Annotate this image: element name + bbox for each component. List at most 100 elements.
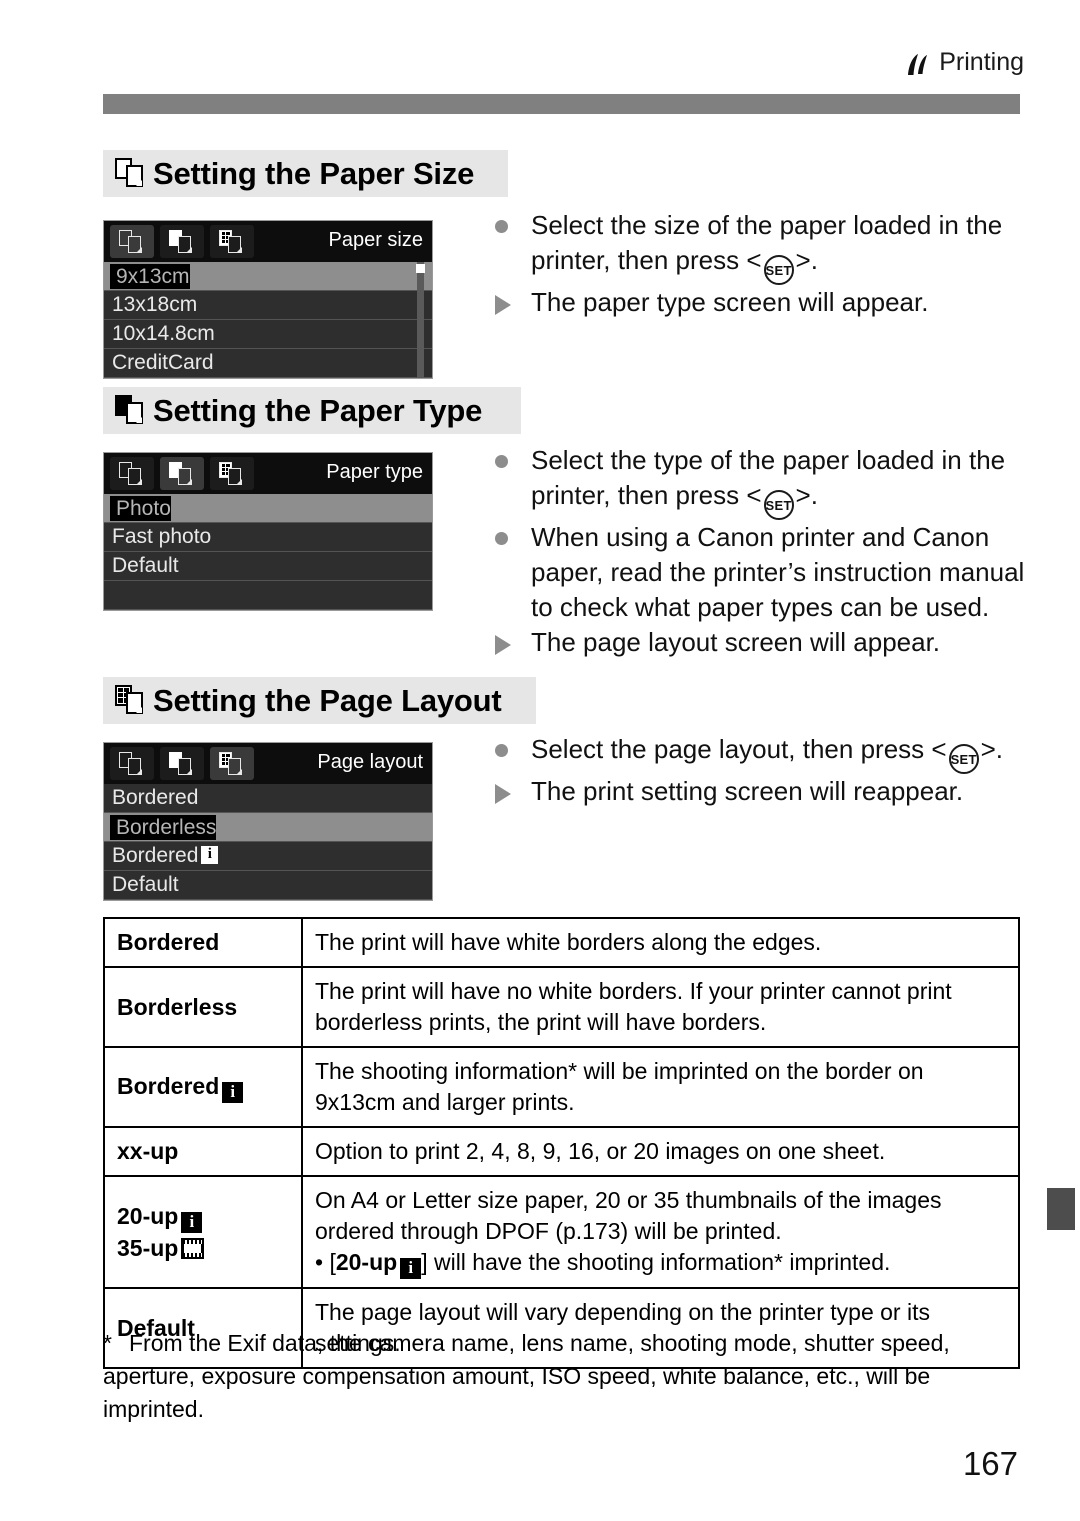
table-desc-bold: 20-up <box>335 1249 398 1275</box>
set-button-icon: SET <box>948 744 979 774</box>
page-number: 167 <box>962 1445 1018 1482</box>
section-heading-page-layout: Setting the Page Layout <box>103 677 536 724</box>
table-cell-term: Bordered <box>103 917 303 968</box>
table-desc-part: ] will have the shooting information* im… <box>421 1249 891 1275</box>
lcd-title: Page layout <box>317 751 423 773</box>
lcd-option[interactable]: 13x18cm <box>104 291 432 320</box>
instruction-text: Select the page layout, then press < SET >… <box>531 732 1040 774</box>
footnote-text: From the Exif data, the camera name, len… <box>103 1330 950 1422</box>
lcd-scrollbar[interactable] <box>416 262 425 378</box>
printing-icon <box>905 52 931 78</box>
lcd-option-label: Photo <box>110 495 171 521</box>
page-layout-options-table: Bordered The print will have white borde… <box>103 917 1020 1369</box>
instruction-text: The print setting screen will reappear. <box>531 776 964 806</box>
page-layout-icon <box>115 684 149 717</box>
lcd-option[interactable]: Default <box>104 552 432 581</box>
arrow-right-icon <box>495 285 531 315</box>
table-cell-desc: Option to print 2, 4, 8, 9, 16, or 20 im… <box>301 1126 1020 1177</box>
table-cell-term: 20-up i 35-up <box>103 1175 303 1289</box>
instruction-text: The paper type screen will appear. <box>531 287 929 317</box>
info-icon: i <box>201 846 219 864</box>
page-layout-tab-icon[interactable] <box>210 457 254 490</box>
lcd-option[interactable]: Default <box>104 871 432 900</box>
lcd-title: Paper size <box>328 229 424 251</box>
instructions-page-layout: Select the page layout, then press < SET >… <box>495 732 1040 809</box>
table-term-text: 35-up <box>117 1234 179 1261</box>
table-cell-desc: The shooting information* will be imprin… <box>301 1046 1020 1128</box>
table-row: Bordered i The shooting information* will… <box>103 1046 1020 1128</box>
instruction-item: Select the page layout, then press < SET >… <box>495 732 1040 774</box>
instruction-text-part: >. <box>795 480 818 510</box>
page-layout-tab-icon[interactable] <box>210 225 254 258</box>
table-desc-part: • [ <box>315 1249 336 1275</box>
lcd-screen-paper-type: Paper type Photo Fast photo Default <box>103 452 433 611</box>
chapter-indicator: Printing <box>905 48 1024 77</box>
section-title-page-layout: Setting the Page Layout <box>153 682 502 718</box>
table-term-text: Bordered <box>117 1073 220 1099</box>
table-row: Bordered The print will have white borde… <box>103 917 1020 968</box>
table-cell-desc: The print will have no white borders. If… <box>301 966 1020 1048</box>
lcd-option[interactable]: CreditCard <box>104 349 432 378</box>
paper-size-tab-icon[interactable] <box>110 225 154 258</box>
table-desc-line: • [20-up i] will have the shooting inform… <box>315 1247 1006 1279</box>
paper-type-tab-icon[interactable] <box>160 457 204 490</box>
film-strip-icon <box>181 1237 205 1259</box>
table-cell-term: xx-up <box>103 1126 303 1177</box>
section-heading-paper-type: Setting the Paper Type <box>103 387 521 434</box>
instruction-item: Select the type of the paper loaded in t… <box>495 443 1040 520</box>
page-header: Printing <box>0 48 1080 114</box>
lcd-option-list: 9x13cm 13x18cm 10x14.8cm CreditCard <box>104 262 432 378</box>
instruction-text: The page layout screen will appear. <box>531 627 941 657</box>
chapter-label: Printing <box>939 48 1024 76</box>
table-term-text: 20-up <box>117 1202 179 1229</box>
lcd-option-list: Bordered Borderless Bordered i Default <box>104 784 432 900</box>
table-term-line: 35-up <box>117 1233 289 1264</box>
instruction-item: Select the size of the paper loaded in t… <box>495 208 1040 285</box>
paper-type-icon <box>115 394 149 427</box>
lcd-scrollbar-thumb[interactable] <box>416 264 425 273</box>
lcd-tabbar: Page layout <box>104 743 432 784</box>
paper-size-tab-icon[interactable] <box>110 747 154 780</box>
header-rule <box>103 94 1020 114</box>
section-title-paper-type: Setting the Paper Type <box>153 392 483 428</box>
instruction-item: The paper type screen will appear. <box>495 285 1040 320</box>
footnote: * From the Exif data, the camera name, l… <box>103 1327 1003 1426</box>
paper-size-icon <box>115 157 149 190</box>
table-row: xx-up Option to print 2, 4, 8, 9, 16, or… <box>103 1126 1020 1177</box>
lcd-title: Paper type <box>326 461 423 483</box>
lcd-option[interactable]: Fast photo <box>104 523 432 552</box>
paper-size-tab-icon[interactable] <box>110 457 154 490</box>
info-icon: i <box>400 1258 422 1279</box>
bullet-dot-icon <box>495 208 531 233</box>
page-layout-tab-icon[interactable] <box>210 747 254 780</box>
lcd-screen-page-layout: Page layout Bordered Borderless Bordered… <box>103 742 433 901</box>
lcd-option-label: 9x13cm <box>110 263 190 289</box>
set-button-icon: SET <box>763 255 794 285</box>
instruction-text: Select the size of the paper loaded in t… <box>531 208 1040 285</box>
lcd-option-list: Photo Fast photo Default <box>104 494 432 610</box>
arrow-right-icon <box>495 774 531 804</box>
lcd-option-selected[interactable]: 9x13cm <box>104 262 432 291</box>
instructions-paper-type: Select the type of the paper loaded in t… <box>495 443 1040 660</box>
footnote-marker: * <box>103 1330 112 1356</box>
paper-type-tab-icon[interactable] <box>160 747 204 780</box>
lcd-option[interactable]: Bordered i <box>104 842 432 871</box>
lcd-option-label: Bordered <box>112 844 199 867</box>
lcd-option[interactable]: 10x14.8cm <box>104 320 432 349</box>
lcd-option-selected[interactable]: Borderless <box>104 813 432 842</box>
lcd-option-label: Borderless <box>110 814 217 840</box>
bullet-dot-icon <box>495 732 531 757</box>
instructions-paper-size: Select the size of the paper loaded in t… <box>495 208 1040 320</box>
set-button-icon: SET <box>763 490 794 520</box>
instruction-text-part: >. <box>795 245 818 275</box>
lcd-option-empty <box>104 581 432 610</box>
paper-type-tab-icon[interactable] <box>160 225 204 258</box>
table-cell-term: Bordered i <box>103 1046 303 1128</box>
lcd-option[interactable]: Bordered <box>104 784 432 813</box>
instruction-text-part: Select the page layout, then press < <box>531 734 947 764</box>
section-title-paper-size: Setting the Paper Size <box>153 155 475 191</box>
lcd-option-selected[interactable]: Photo <box>104 494 432 523</box>
bullet-dot-icon <box>495 443 531 468</box>
lcd-tabbar: Paper type <box>104 453 432 494</box>
instruction-item: The print setting screen will reappear. <box>495 774 1040 809</box>
